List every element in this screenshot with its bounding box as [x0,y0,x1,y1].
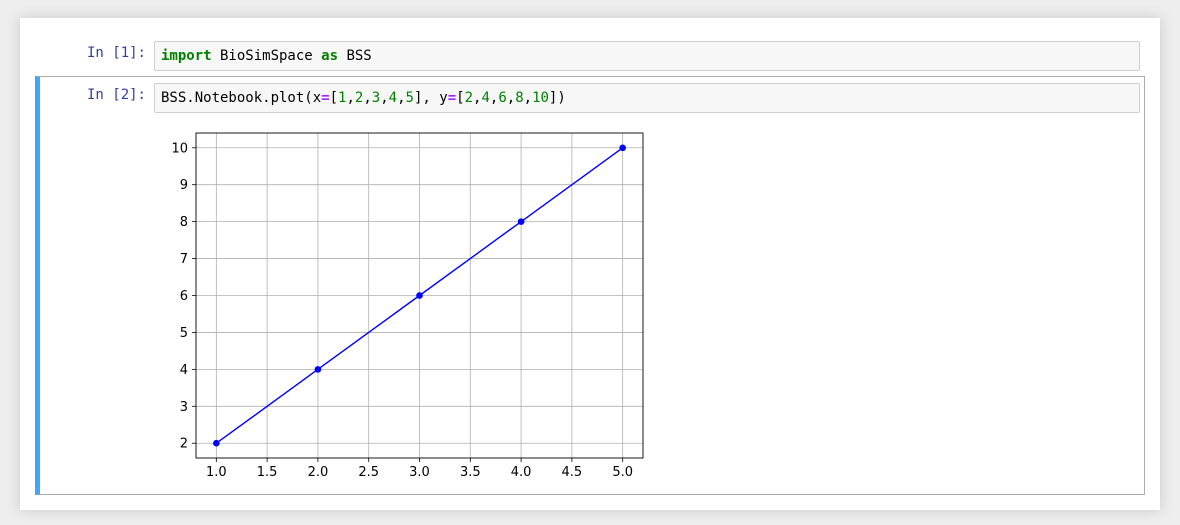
x-tick-label: 4.5 [562,465,583,480]
y-tick-label: 8 [180,215,188,230]
cell-output: 1.0 1.5 2.0 2.5 3.0 3.5 4.0 4.5 5.0 2 3 4 5 6 7 8 9 10 [154,121,674,493]
code-token: , [380,90,389,106]
code-token: 4 [388,90,398,106]
code-token: 6 [498,90,507,106]
input-prompt: In [1]: [86,45,146,61]
code-token: , [523,90,533,106]
code-token: 10 [532,90,549,106]
code-input[interactable]: BSS.Notebook.plot(x=[1,2,3,4,5], y=[2,4,… [154,83,1140,113]
code-cell-1[interactable]: In [1]: import BioSimSpace as BSS [35,38,1145,74]
x-tick-label: 4.0 [511,465,532,480]
data-point [314,366,322,373]
x-tick-label: 5.0 [612,465,633,480]
code-token: ]) [548,90,566,106]
code-token: [ [456,90,465,106]
code-token: , [397,90,406,106]
code-input[interactable]: import BioSimSpace as BSS [154,41,1140,71]
y-tick-label: 5 [180,326,188,341]
code-token: BSS [338,48,372,64]
input-prompt: In [2]: [86,87,146,103]
code-token: BSS.Notebook.plot(x [161,90,322,106]
code-cell-2[interactable]: In [2]: BSS.Notebook.plot(x=[1,2,3,4,5],… [35,76,1145,495]
code-token: 4 [481,90,490,106]
y-tick-label: 2 [180,437,188,452]
y-tick-label: 3 [180,400,188,415]
data-point [213,439,220,447]
y-tick-label: 7 [180,252,188,267]
y-tick-label: 4 [180,363,188,378]
notebook-container: In [1]: import BioSimSpace as BSS In [2]… [20,18,1160,510]
code-token: , [363,90,372,106]
code-token: BioSimSpace [211,48,322,64]
code-token: import [161,48,212,64]
code-token: = [321,90,330,106]
code-token: = [447,90,457,106]
x-tick-label: 2.5 [358,465,379,480]
code-token: 3 [371,90,381,106]
x-tick-label: 1.5 [257,465,278,480]
x-tick-label: 3.5 [460,465,481,480]
code-token: 5 [405,90,414,106]
code-token: 2 [464,90,473,106]
x-tick-label: 2.0 [308,465,329,480]
code-token: as [321,48,339,64]
code-token: [ [329,90,339,106]
code-token: , [506,90,516,106]
data-point [619,144,626,152]
code-token: ], y [413,90,448,106]
data-point [517,218,525,225]
y-tick-label: 9 [180,178,188,193]
line-chart: 1.0 1.5 2.0 2.5 3.0 3.5 4.0 4.5 5.0 2 3 4 5 6 7 8 9 10 [171,132,644,480]
code-token: , [346,90,355,106]
x-tick-label: 3.0 [409,465,430,480]
data-point [416,292,423,299]
y-tick-label: 6 [180,289,188,304]
code-token: 8 [515,90,524,106]
x-tick-label: 1.0 [206,465,227,480]
y-tick-label: 10 [171,141,188,156]
